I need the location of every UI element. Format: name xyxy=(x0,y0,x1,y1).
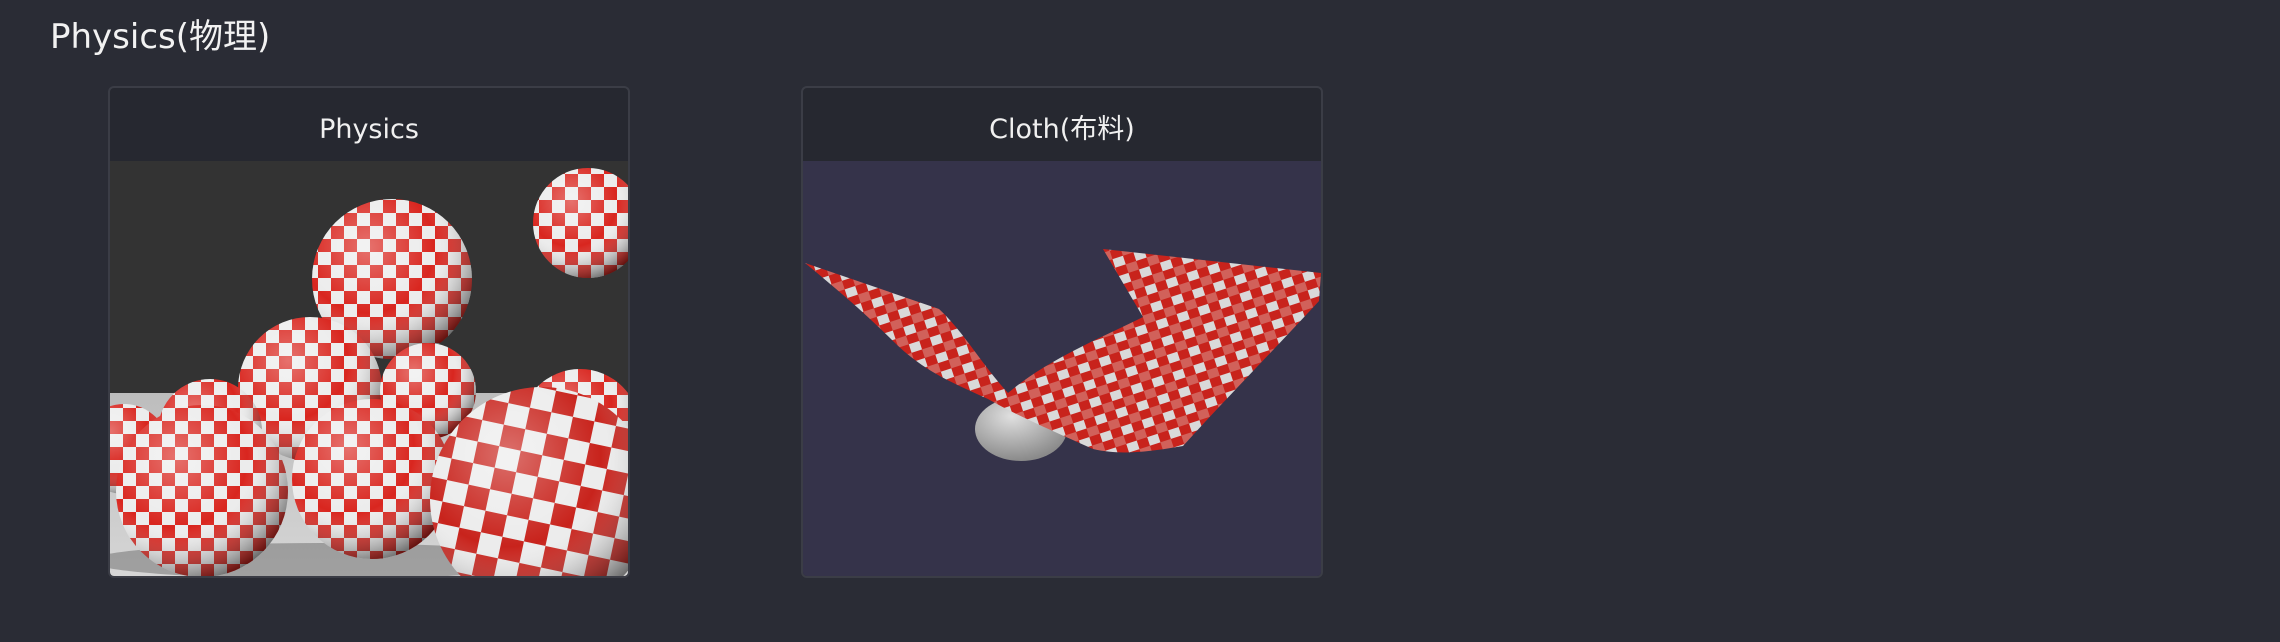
cloth-thumbnail xyxy=(803,161,1321,576)
card-title: Physics xyxy=(319,114,419,145)
physics-thumbnail xyxy=(110,161,628,576)
card-title: Cloth(布料) xyxy=(989,114,1135,145)
section-title: Physics(物理) xyxy=(50,17,271,57)
example-card-physics[interactable]: Physics xyxy=(108,86,630,578)
example-card-cloth[interactable]: Cloth(布料) xyxy=(801,86,1323,578)
